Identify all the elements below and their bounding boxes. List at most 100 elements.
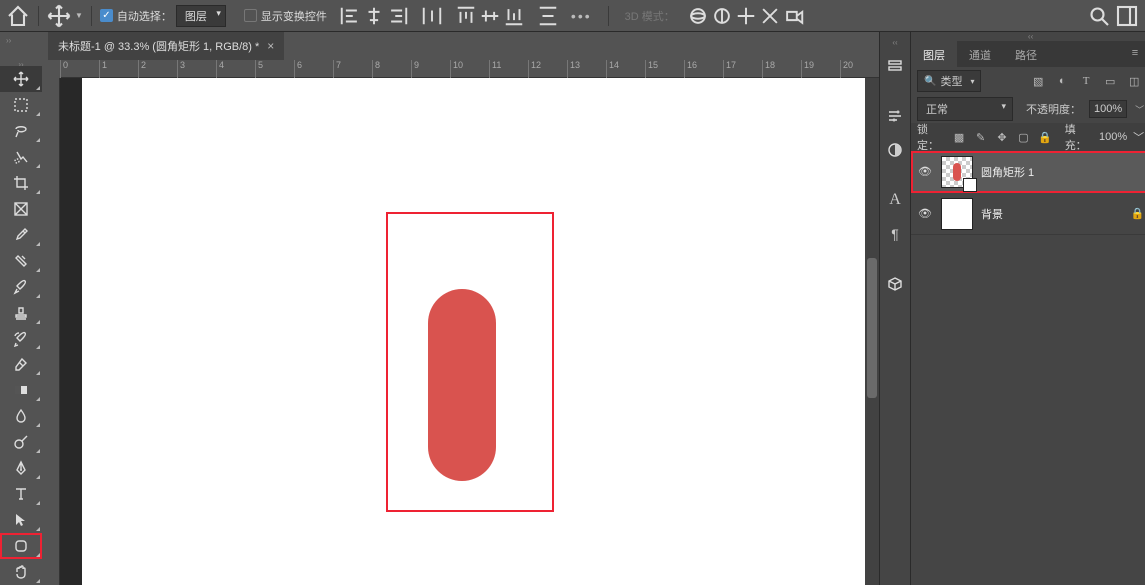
brush-tool[interactable] bbox=[0, 274, 42, 300]
tab-layers[interactable]: 图层 bbox=[911, 41, 957, 67]
auto-select-checkbox[interactable]: ✓ bbox=[100, 9, 113, 22]
distribute-v-icon[interactable] bbox=[537, 5, 559, 27]
ruler-tick: 13 bbox=[567, 60, 606, 78]
panel-tabs: 图层 通道 路径 ≡ bbox=[911, 41, 1145, 67]
align-bottom-icon[interactable] bbox=[503, 5, 525, 27]
opacity-chevron-icon[interactable]: ﹀ bbox=[1135, 103, 1144, 116]
align-left-icon[interactable] bbox=[339, 5, 361, 27]
layer-name[interactable]: 圆角矩形 1 bbox=[981, 164, 1034, 180]
align-right-icon[interactable] bbox=[387, 5, 409, 27]
shape-tool[interactable] bbox=[0, 533, 42, 559]
mode3d-icons bbox=[687, 5, 805, 27]
ruler-origin[interactable] bbox=[42, 60, 60, 78]
show-transform-checkbox[interactable] bbox=[244, 9, 257, 22]
tool-options-arrow-icon[interactable]: ▼ bbox=[75, 11, 83, 20]
filter-type-icon[interactable]: T bbox=[1076, 75, 1096, 87]
lock-position-icon[interactable]: ✥ bbox=[994, 131, 1009, 144]
history-brush-tool[interactable] bbox=[0, 326, 42, 352]
ruler-tick: 12 bbox=[528, 60, 567, 78]
canvas-page[interactable] bbox=[82, 78, 866, 585]
lock-image-icon[interactable]: ✎ bbox=[973, 131, 988, 144]
stamp-tool[interactable] bbox=[0, 300, 42, 326]
pan-3d-icon[interactable] bbox=[735, 5, 757, 27]
history-panel-icon[interactable] bbox=[880, 51, 910, 81]
layer-row[interactable]: 👁 圆角矩形 1 bbox=[911, 151, 1145, 193]
tab-paths[interactable]: 路径 bbox=[1003, 41, 1049, 67]
auto-select-target-select[interactable]: 图层 bbox=[176, 5, 226, 27]
ruler-tick: 18 bbox=[762, 60, 801, 78]
close-tab-icon[interactable]: × bbox=[267, 39, 274, 53]
ruler-tick: 15 bbox=[645, 60, 684, 78]
path-select-tool[interactable] bbox=[0, 507, 42, 533]
canvas-viewport[interactable] bbox=[60, 78, 879, 585]
tab-channels[interactable]: 通道 bbox=[957, 41, 1003, 67]
collapse-notch-icon[interactable]: ›› bbox=[6, 36, 11, 45]
align-hcenter-icon[interactable] bbox=[363, 5, 385, 27]
quick-select-tool[interactable] bbox=[0, 144, 42, 170]
search-icon: 🔍 bbox=[924, 76, 936, 87]
crop-tool[interactable] bbox=[0, 170, 42, 196]
fill-chevron-icon[interactable]: ﹀ bbox=[1133, 129, 1144, 145]
blur-tool[interactable] bbox=[0, 403, 42, 429]
distribute-h-icon[interactable] bbox=[421, 5, 443, 27]
properties-panel-icon[interactable] bbox=[880, 101, 910, 131]
fill-value[interactable]: 100% bbox=[1099, 131, 1127, 143]
layer-row[interactable]: 👁 背景 🔒 bbox=[911, 193, 1145, 235]
lock-artboard-icon[interactable]: ▢ bbox=[1016, 131, 1031, 144]
opacity-value[interactable]: 100% bbox=[1089, 100, 1127, 118]
fill-label: 填充： bbox=[1065, 121, 1093, 153]
frame-tool[interactable] bbox=[0, 196, 42, 222]
more-options-icon[interactable]: ••• bbox=[571, 8, 592, 24]
lasso-tool[interactable] bbox=[0, 118, 42, 144]
zoom-3d-icon[interactable] bbox=[783, 5, 805, 27]
character-panel-icon[interactable]: A bbox=[880, 185, 910, 215]
canvas-workarea: 0123456789101112131415161718192021 bbox=[42, 60, 879, 585]
move-tool[interactable] bbox=[0, 66, 42, 92]
filter-smart-icon[interactable]: ◫ bbox=[1124, 75, 1144, 88]
layer-name[interactable]: 背景 bbox=[981, 206, 1003, 222]
document-tab[interactable]: 未标题-1 @ 33.3% (圆角矩形 1, RGB/8) * × bbox=[48, 32, 284, 60]
rounded-rectangle-shape[interactable] bbox=[428, 289, 496, 481]
gradient-tool[interactable] bbox=[0, 377, 42, 403]
home-button[interactable] bbox=[6, 4, 30, 28]
roll-3d-icon[interactable] bbox=[711, 5, 733, 27]
scrollbar-thumb[interactable] bbox=[867, 258, 877, 398]
lock-all-icon[interactable]: 🔒 bbox=[1037, 131, 1052, 144]
visibility-toggle-icon[interactable]: 👁 bbox=[917, 165, 933, 178]
ruler-tick: 8 bbox=[372, 60, 411, 78]
workspace-layout-icon[interactable] bbox=[1115, 4, 1139, 28]
filter-adjust-icon[interactable]: ◐ bbox=[1052, 75, 1072, 87]
type-tool[interactable] bbox=[0, 481, 42, 507]
eyedropper-tool[interactable] bbox=[0, 222, 42, 248]
pen-tool[interactable] bbox=[0, 455, 42, 481]
paragraph-panel-icon[interactable]: ¶ bbox=[880, 219, 910, 249]
panel-menu-icon[interactable]: ≡ bbox=[1120, 41, 1145, 67]
eraser-tool[interactable] bbox=[0, 351, 42, 377]
align-vcenter-icon[interactable] bbox=[479, 5, 501, 27]
slide-3d-icon[interactable] bbox=[759, 5, 781, 27]
filter-pixel-icon[interactable]: ▧ bbox=[1028, 75, 1048, 88]
ruler-tick: 19 bbox=[801, 60, 840, 78]
filter-kind-select[interactable]: 🔍 类型 bbox=[917, 70, 981, 92]
align-top-icon[interactable] bbox=[455, 5, 477, 27]
ruler-tick: 14 bbox=[606, 60, 645, 78]
horizontal-ruler[interactable]: 0123456789101112131415161718192021 bbox=[60, 60, 879, 78]
blend-mode-select[interactable]: 正常 bbox=[917, 97, 1013, 121]
dock-strip: ‹‹ A ¶ bbox=[879, 32, 910, 585]
adjustments-panel-icon[interactable] bbox=[880, 135, 910, 165]
lock-transparent-icon[interactable]: ▩ bbox=[951, 131, 966, 144]
3d-panel-icon[interactable] bbox=[880, 269, 910, 299]
visibility-toggle-icon[interactable]: 👁 bbox=[917, 207, 933, 220]
vertical-scrollbar[interactable] bbox=[865, 78, 879, 585]
dodge-tool[interactable] bbox=[0, 429, 42, 455]
orbit-3d-icon[interactable] bbox=[687, 5, 709, 27]
search-icon[interactable] bbox=[1087, 4, 1111, 28]
hand-tool[interactable] bbox=[0, 559, 42, 585]
layer-thumbnail[interactable] bbox=[941, 198, 973, 230]
marquee-tool[interactable] bbox=[0, 92, 42, 118]
filter-shape-icon[interactable]: ▭ bbox=[1100, 75, 1120, 88]
layer-filter-row: 🔍 类型 ▧ ◐ T ▭ ◫ bbox=[911, 67, 1145, 95]
vector-mask-thumbnail[interactable] bbox=[963, 178, 977, 192]
vertical-ruler[interactable] bbox=[42, 78, 60, 585]
healing-tool[interactable] bbox=[0, 248, 42, 274]
